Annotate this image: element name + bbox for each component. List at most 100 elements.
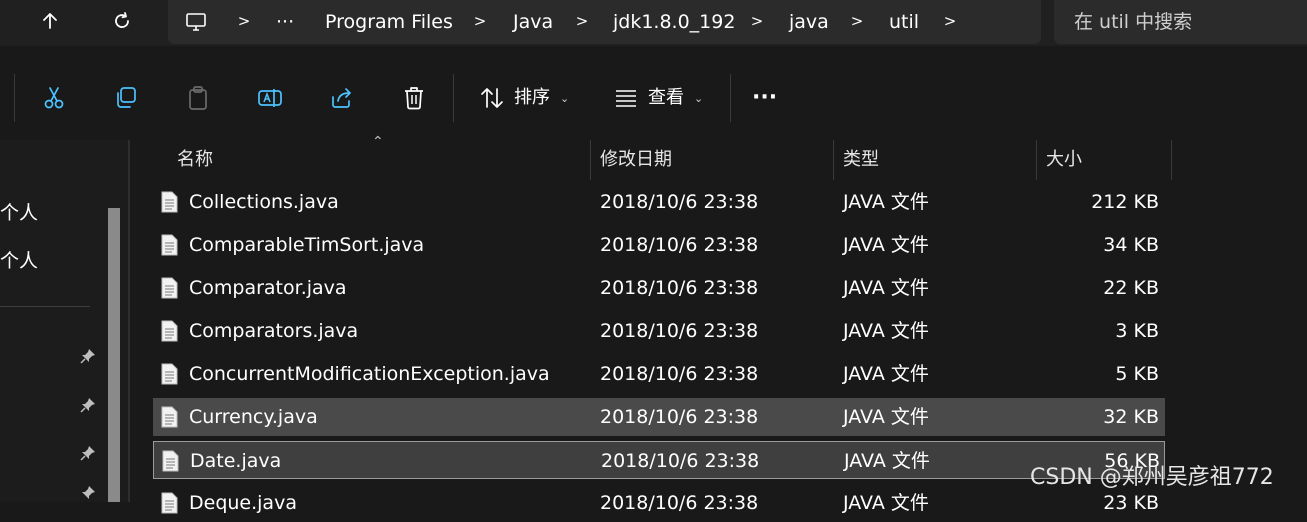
share-icon (332, 88, 351, 108)
delete-icon (405, 87, 423, 110)
rename-button[interactable] (254, 82, 286, 114)
watermark: CSDN @郑州吴彦祖772 (1030, 465, 1274, 490)
file-modified: 2018/10/6 23:38 (600, 277, 759, 299)
column-divider[interactable] (590, 140, 591, 180)
file-size: 22 KB (1103, 277, 1159, 299)
sort-button[interactable]: 排序 (514, 84, 550, 112)
view-icon (616, 90, 636, 107)
chevron-down-icon: ⌄ (694, 92, 704, 105)
column-header-name[interactable]: 名称 (177, 140, 213, 182)
sidebar-item-label[interactable]: 个人 (0, 200, 38, 226)
sidebar-item-label[interactable]: 个人 (0, 248, 38, 274)
chevron-right-icon: > (575, 12, 589, 30)
search-placeholder: 在 util 中搜索 (1074, 11, 1193, 33)
java-file-icon (161, 492, 178, 514)
pin-icon (80, 446, 95, 461)
toolbar-divider (730, 74, 731, 122)
breadcrumb-jdk[interactable]: jdk1.8.0_192 (613, 8, 735, 36)
file-modified: 2018/10/6 23:38 (600, 492, 759, 514)
chevron-right-icon: > (473, 12, 487, 30)
column-header-size[interactable]: 大小 (1046, 140, 1082, 182)
paste-button[interactable] (182, 82, 214, 114)
file-modified: 2018/10/6 23:38 (600, 363, 759, 385)
file-type: JAVA 文件 (843, 234, 929, 256)
file-name: Comparators.java (189, 320, 359, 342)
file-size: 34 KB (1103, 234, 1159, 256)
breadcrumb-overflow[interactable]: ··· (276, 8, 294, 36)
column-header-modified[interactable]: 修改日期 (600, 140, 672, 182)
file-name: Comparator.java (189, 277, 347, 299)
sidebar-divider (0, 306, 90, 307)
file-modified: 2018/10/6 23:38 (600, 320, 759, 342)
file-name: ComparableTimSort.java (189, 234, 425, 256)
more-button[interactable]: ··· (752, 84, 777, 112)
file-row[interactable]: Comparator.java 2018/10/6 23:38 JAVA 文件 22 … (153, 269, 1165, 307)
file-type: JAVA 文件 (844, 450, 930, 472)
chevron-down-icon: ⌄ (560, 92, 570, 105)
pin-icon (80, 349, 95, 364)
column-divider[interactable] (833, 140, 834, 180)
file-name: Currency.java (189, 406, 318, 428)
java-file-icon (161, 406, 178, 428)
file-name: ConcurrentModificationException.java (189, 363, 550, 385)
toolbar-divider (453, 74, 454, 122)
file-row[interactable]: Currency.java 2018/10/6 23:38 JAVA 文件 32 KB (153, 398, 1165, 436)
arrow-up-icon (43, 13, 57, 29)
sort-ascending-icon: ⌃ (372, 134, 384, 150)
file-size: 5 KB (1115, 363, 1159, 385)
file-type: JAVA 文件 (843, 406, 929, 428)
file-name: Date.java (190, 450, 282, 472)
share-button[interactable] (326, 82, 358, 114)
file-size: 32 KB (1103, 406, 1159, 428)
view-button[interactable]: 查看 (648, 84, 684, 112)
breadcrumb-program-files[interactable]: Program Files (325, 8, 453, 36)
pin-icon (80, 398, 95, 413)
toolbar-divider (14, 74, 15, 122)
file-size: 212 KB (1091, 191, 1159, 213)
file-name: Deque.java (189, 492, 297, 514)
file-type: JAVA 文件 (843, 191, 929, 213)
java-file-icon (162, 450, 179, 472)
sidebar-scrollbar[interactable] (108, 208, 120, 502)
column-divider[interactable] (1171, 140, 1172, 180)
file-modified: 2018/10/6 23:38 (600, 406, 759, 428)
file-row[interactable]: Comparators.java 2018/10/6 23:38 JAVA 文件 3 … (153, 312, 1165, 350)
copy-button[interactable] (110, 82, 142, 114)
file-type: JAVA 文件 (843, 492, 929, 514)
breadcrumb-util[interactable]: util (889, 8, 919, 36)
address-bar[interactable]: > ··· Program Files > Java > jdk1.8.0_19… (168, 0, 1041, 44)
java-file-icon (161, 320, 178, 342)
paste-icon (189, 86, 207, 110)
copy-icon (117, 87, 136, 108)
column-divider[interactable] (1036, 140, 1037, 180)
file-name: Collections.java (189, 191, 339, 213)
file-row[interactable]: Deque.java 2018/10/6 23:38 JAVA 文件 23 KB (153, 484, 1165, 522)
this-pc-icon (186, 13, 206, 31)
refresh-icon (115, 12, 129, 28)
java-file-icon (161, 363, 178, 385)
breadcrumb-java[interactable]: Java (513, 8, 553, 36)
file-row[interactable]: ComparableTimSort.java 2018/10/6 23:38 JAV… (153, 226, 1165, 264)
search-input[interactable]: 在 util 中搜索 (1054, 0, 1307, 44)
file-modified: 2018/10/6 23:38 (601, 450, 760, 472)
chevron-right-icon: > (750, 12, 764, 30)
file-type: JAVA 文件 (843, 363, 929, 385)
file-type: JAVA 文件 (843, 277, 929, 299)
file-modified: 2018/10/6 23:38 (600, 191, 759, 213)
sort-icon (481, 88, 503, 108)
view-icon-wrap[interactable] (610, 82, 642, 114)
sort-icon-wrap[interactable] (476, 82, 508, 114)
column-header-type[interactable]: 类型 (843, 140, 879, 182)
up-button[interactable] (30, 3, 70, 39)
java-file-icon (161, 191, 178, 213)
java-file-icon (161, 277, 178, 299)
pane-splitter[interactable] (128, 140, 130, 502)
file-row[interactable]: ConcurrentModificationException.java 2018… (153, 355, 1165, 393)
file-row[interactable]: Date.java 2018/10/6 23:38 JAVA 文件 56 KB (153, 441, 1165, 479)
delete-button[interactable] (398, 82, 430, 114)
breadcrumb-java-pkg[interactable]: java (789, 8, 829, 36)
refresh-button[interactable] (102, 3, 142, 39)
file-row[interactable]: Collections.java 2018/10/6 23:38 JAVA 文件 21… (153, 183, 1165, 221)
java-file-icon (161, 234, 178, 256)
cut-button[interactable] (38, 82, 70, 114)
